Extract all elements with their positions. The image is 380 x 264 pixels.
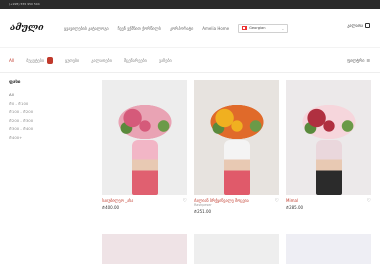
price-filter-option[interactable]: All [9,91,79,100]
price-filter-option[interactable]: ₾200 - ₾300 [9,117,79,126]
product-image[interactable] [102,80,187,195]
category-boxes[interactable]: ყუთები [65,58,79,63]
product-title[interactable]: Mimal [286,198,371,203]
heart-icon[interactable]: ♡ [367,198,371,204]
product-card[interactable]: Mimal ♡ ₾285.00 [286,80,371,211]
price-filter-option[interactable]: ₾0 - ₾100 [9,100,79,109]
bouquet-image [205,102,268,142]
price-filter-option[interactable]: ₾400+ [9,134,79,143]
language-select[interactable]: Georgian ⌄ [238,23,289,33]
price-filter-option[interactable]: ₾100 - ₾200 [9,108,79,117]
category-all[interactable]: All [9,58,14,63]
site-header: ამული ყვავილების კატალოგი ჩვენ ვქმნით ქო… [0,9,380,47]
product-image[interactable] [286,80,371,195]
category-bouquets[interactable]: ბუკეტები [26,56,54,64]
category-baskets[interactable]: კალათები [91,58,112,63]
site-logo[interactable]: ამული [10,23,50,33]
cart-link[interactable]: კალათა [347,23,370,28]
model-figure [315,140,342,195]
price-filter-heading: ფასი [9,80,21,85]
product-card[interactable]: საიუბილეო _ახა ♡ ₾400.00 [102,80,187,211]
product-subtitle: Rashpeser [194,203,212,207]
cart-label: კალათა [347,23,363,28]
georgia-flag-icon [242,26,248,30]
bouquet-image [297,102,360,142]
product-price: ₾400.00 [102,205,120,210]
heart-icon[interactable]: ♡ [183,198,187,204]
filter-label: ფილტრი [346,57,365,63]
bouquet-thumbnail-icon [47,56,54,64]
category-bar: All ბუკეტები ყუთები კალათები მცენარეები … [0,47,380,73]
phone-number: (+995) 555 950 504 [9,2,40,6]
chevron-down-icon: ⌄ [281,26,285,31]
heart-icon[interactable]: ♡ [275,198,279,204]
price-filter-sidebar: ფასი All ₾0 - ₾100 ₾100 - ₾200 ₾200 - ₾3… [9,80,79,143]
nav-link-catalog[interactable]: ყვავილების კატალოგი [64,26,109,31]
shopping-bag-icon [365,23,370,28]
category-bouquets-label: ბუკეტები [26,57,45,63]
category-vases[interactable]: ვაზები [159,58,172,63]
product-price: ₾285.00 [286,205,304,210]
top-info-bar: (+995) 555 950 504 [0,0,380,9]
product-price: ₾251.00 [194,209,212,214]
product-card[interactable]: ძალიან ბრჭყინვალე მოცვია ♡ Rashpeser ₾25… [194,80,279,215]
product-image[interactable] [194,80,279,195]
language-label: Georgian [249,26,266,30]
nav-link-weddings[interactable]: ჩვენ ვქმნით ქორწილს [118,26,161,31]
price-filter-option[interactable]: ₾300 - ₾400 [9,125,79,134]
main-nav: ყვავილების კატალოგი ჩვენ ვქმნით ქორწილს … [64,23,289,33]
category-plants[interactable]: მცენარეები [124,58,147,63]
product-title[interactable]: საიუბილეო _ახა [102,198,187,203]
filter-button[interactable]: ფილტრი ☰ [347,58,370,63]
model-figure [223,140,250,195]
model-figure [131,140,158,195]
nav-link-corporate[interactable]: კორპორატი [170,26,193,31]
filter-icon: ☰ [366,57,370,63]
bouquet-image [113,102,176,142]
nav-link-amelia-home[interactable]: Amelia Home [202,26,229,31]
